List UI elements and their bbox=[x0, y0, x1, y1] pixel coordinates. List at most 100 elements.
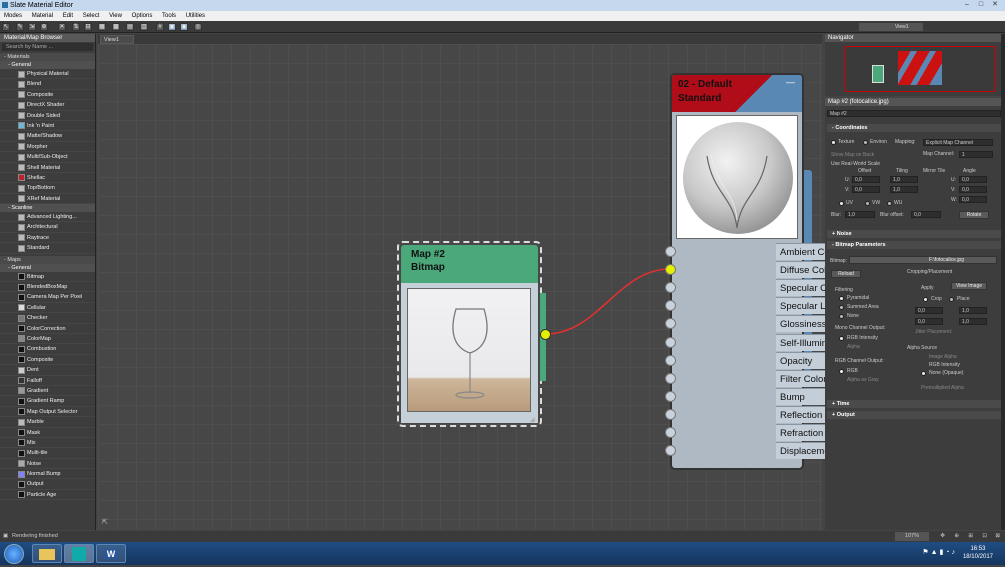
zoom-selected-icon[interactable]: ⊠ bbox=[995, 531, 1000, 542]
blur-offset-spinner[interactable]: 0,0 bbox=[911, 211, 941, 218]
texture-radio[interactable] bbox=[831, 140, 836, 145]
menu-options[interactable]: Options bbox=[128, 11, 157, 21]
pyramidal-radio[interactable] bbox=[839, 296, 844, 301]
browser-search-input[interactable]: Search by Name ... bbox=[2, 43, 93, 51]
material-slot-socket[interactable] bbox=[665, 354, 676, 366]
rotate-button[interactable]: Rotate bbox=[959, 211, 989, 219]
bitmap-node[interactable]: Map #2 Bitmap bbox=[397, 241, 546, 427]
map-item[interactable]: Gradient bbox=[0, 386, 95, 397]
bitmap-output-socket[interactable] bbox=[540, 329, 551, 340]
mapping-dropdown[interactable]: Explicit Map Channel bbox=[923, 139, 993, 146]
map-item[interactable]: Dent bbox=[0, 365, 95, 376]
material-slot-socket[interactable] bbox=[665, 408, 676, 420]
wu-radio[interactable] bbox=[887, 201, 892, 206]
map-item[interactable]: Map Output Selector bbox=[0, 407, 95, 418]
bitmap-path-button[interactable]: F:\fotocalice.jpg bbox=[849, 256, 997, 264]
reload-button[interactable]: Reload bbox=[831, 270, 861, 278]
material-item[interactable]: Matte/Shadow bbox=[0, 131, 95, 142]
menu-select[interactable]: Select bbox=[79, 11, 104, 21]
materials-section[interactable]: - Materials bbox=[0, 53, 95, 61]
pick-material-icon[interactable]: ✎ bbox=[16, 23, 24, 31]
map-item[interactable]: Composite bbox=[0, 355, 95, 366]
hide-unused-slots-icon[interactable]: ⊟ bbox=[84, 23, 92, 31]
material-slot-socket[interactable] bbox=[665, 336, 676, 348]
map-item[interactable]: Bitmap bbox=[0, 272, 95, 283]
coordinates-rollout[interactable]: - Coordinates bbox=[827, 124, 1001, 132]
menu-view[interactable]: View bbox=[105, 11, 126, 21]
layout-all-icon[interactable]: ▤ bbox=[126, 23, 134, 31]
layout-children-icon[interactable]: ▥ bbox=[140, 23, 148, 31]
clock[interactable]: 16:53 18/10/2017 bbox=[963, 545, 993, 561]
time-rollout[interactable]: + Time bbox=[827, 400, 1001, 408]
map-channel-spinner[interactable]: 1 bbox=[959, 151, 993, 158]
map-item[interactable]: Combustion bbox=[0, 344, 95, 355]
menu-modes[interactable]: Modes bbox=[0, 11, 26, 21]
material-item[interactable]: XRef Material bbox=[0, 194, 95, 205]
none-opaque-radio[interactable] bbox=[921, 371, 926, 376]
v-offset-spinner[interactable]: 0,0 bbox=[852, 186, 880, 193]
crop-h-spinner[interactable]: 1,0 bbox=[959, 318, 987, 325]
place-radio[interactable] bbox=[949, 297, 954, 302]
output-rollout[interactable]: + Output bbox=[827, 411, 1001, 419]
map-item[interactable]: Particle Age bbox=[0, 490, 95, 501]
apply-checkbox[interactable]: Apply bbox=[921, 285, 934, 291]
node-resize-grip-icon[interactable]: ◢ bbox=[530, 416, 535, 423]
material-item[interactable]: Shellac bbox=[0, 173, 95, 184]
tab-view1[interactable]: View1 bbox=[100, 35, 134, 44]
v-tiling-spinner[interactable]: 1,0 bbox=[890, 186, 918, 193]
select-by-material-icon[interactable]: ◎ bbox=[194, 23, 202, 31]
environ-radio[interactable] bbox=[863, 140, 868, 145]
material-item[interactable]: Shell Material bbox=[0, 163, 95, 173]
map-item[interactable]: Cellular bbox=[0, 303, 95, 314]
scanline-material-item[interactable]: Raytrace bbox=[0, 233, 95, 244]
assign-material-icon[interactable]: ⊕ bbox=[40, 23, 48, 31]
zoom-dropdown[interactable]: 107% bbox=[894, 532, 929, 541]
material-slot-socket[interactable] bbox=[665, 372, 676, 384]
u-tiling-spinner[interactable]: 1,0 bbox=[890, 176, 918, 183]
v-angle-spinner[interactable]: 0,0 bbox=[959, 186, 987, 193]
map-item[interactable]: Mix bbox=[0, 438, 95, 449]
blur-spinner[interactable]: 1,0 bbox=[845, 211, 875, 218]
crop-u-spinner[interactable]: 0,0 bbox=[915, 307, 943, 314]
minimize-window-button[interactable]: – bbox=[961, 1, 973, 10]
premultiplied-alpha-checkbox[interactable]: Premultiplied Alpha bbox=[921, 385, 964, 391]
summed-area-radio[interactable] bbox=[839, 305, 844, 310]
node-canvas[interactable]: Map #2 Bitmap 02 - Default Standard — Am… bbox=[98, 44, 900, 530]
zoom-icon[interactable]: ⊕ bbox=[954, 531, 959, 542]
material-item[interactable]: Morpher bbox=[0, 142, 95, 153]
scanline-material-item[interactable]: Standard bbox=[0, 243, 95, 254]
map-item[interactable]: ColorMap bbox=[0, 334, 95, 345]
material-slot-socket[interactable] bbox=[665, 427, 676, 438]
map-name-field[interactable]: Map #2 bbox=[827, 110, 1001, 117]
crop-radio[interactable] bbox=[923, 297, 928, 302]
pan-icon[interactable]: ✥ bbox=[940, 531, 945, 542]
start-button[interactable] bbox=[4, 544, 24, 564]
map-item[interactable]: ColorCorrection bbox=[0, 324, 95, 334]
rgb-intensity-radio[interactable] bbox=[839, 336, 844, 341]
map-item[interactable]: Output bbox=[0, 479, 95, 490]
word-icon[interactable]: W bbox=[96, 544, 126, 563]
none-radio[interactable] bbox=[839, 314, 844, 319]
3ds-max-icon[interactable] bbox=[64, 544, 94, 563]
map-item[interactable]: Noise bbox=[0, 459, 95, 470]
map-item[interactable]: Mask bbox=[0, 428, 95, 438]
materials-scanline-group[interactable]: - Scanline bbox=[0, 204, 95, 213]
menu-material[interactable]: Material bbox=[28, 11, 57, 21]
maximize-window-button[interactable]: □ bbox=[975, 1, 987, 10]
zoom-region-icon[interactable]: ⊞ bbox=[968, 531, 973, 542]
menu-utilities[interactable]: Utilities bbox=[182, 11, 209, 21]
map-item[interactable]: Falloff bbox=[0, 376, 95, 386]
map-item[interactable]: Normal Bump bbox=[0, 469, 95, 480]
file-explorer-icon[interactable] bbox=[32, 544, 62, 563]
material-item[interactable]: Blend bbox=[0, 79, 95, 90]
crop-w-spinner[interactable]: 1,0 bbox=[959, 307, 987, 314]
uv-radio[interactable] bbox=[839, 201, 844, 206]
alpha-rgb-intensity-radio[interactable]: RGB Intensity bbox=[929, 362, 960, 368]
select-tool-icon[interactable]: ↖ bbox=[2, 23, 10, 31]
delete-icon[interactable]: ✕ bbox=[58, 23, 66, 31]
material-id-icon[interactable]: # bbox=[156, 23, 164, 31]
menu-tools[interactable]: Tools bbox=[158, 11, 180, 21]
crop-v-spinner[interactable]: 0,0 bbox=[915, 318, 943, 325]
vw-radio[interactable] bbox=[865, 201, 870, 206]
w-angle-spinner[interactable]: 0,0 bbox=[959, 196, 987, 203]
